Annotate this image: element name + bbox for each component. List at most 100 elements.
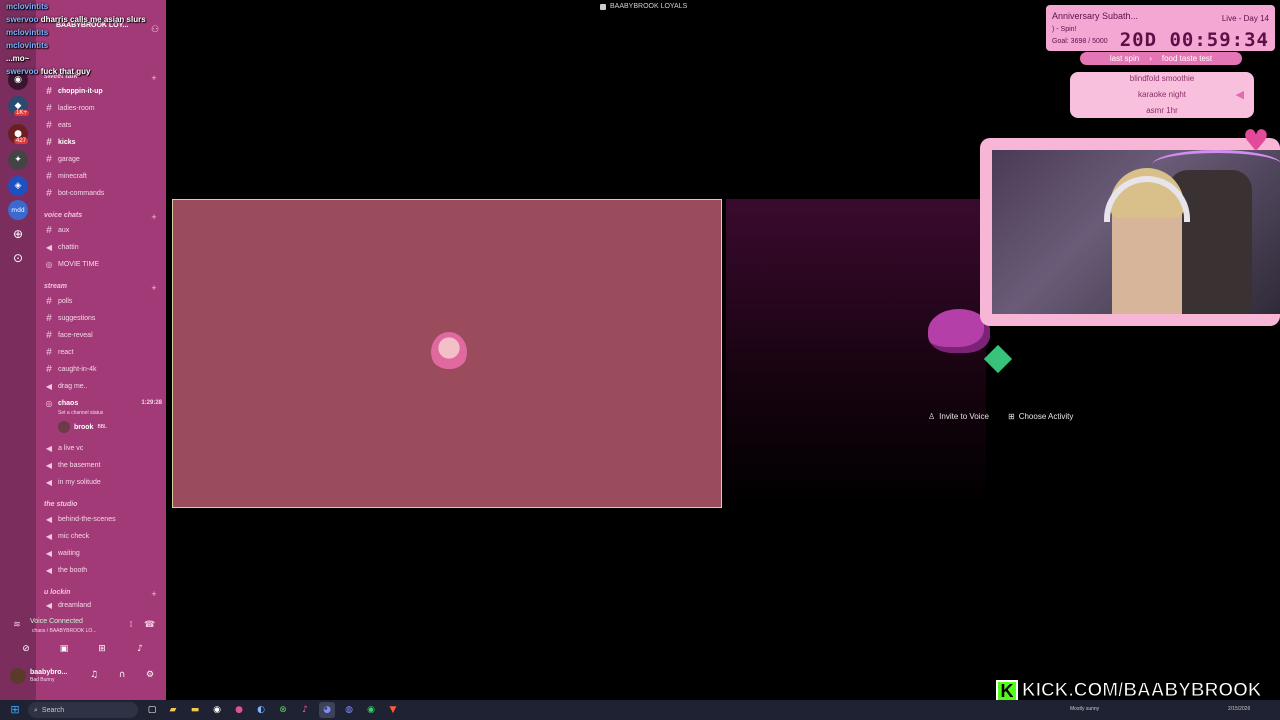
channel-drag-me[interactable]: ◀ drag me..: [44, 378, 162, 394]
channel-eats[interactable]: # eats: [44, 117, 162, 133]
invite-to-voice-button[interactable]: ♙ Invite to Voice: [922, 407, 995, 425]
category-the-studio[interactable]: the studio: [44, 501, 77, 508]
heart-icon: ♥: [1242, 124, 1270, 159]
add-channel-icon[interactable]: +: [149, 283, 159, 293]
speaker-icon: ◀: [45, 381, 53, 391]
tiktok-icon[interactable]: ♪: [297, 702, 313, 718]
speaker-icon: ◀: [45, 477, 53, 487]
channel-caught-in-4k[interactable]: # caught-in-4k: [44, 361, 162, 377]
soundboard-button[interactable]: ♪: [126, 642, 154, 656]
weather-status[interactable]: Mostly sunny: [1070, 706, 1099, 712]
hash-icon: #: [46, 295, 52, 307]
discord-icon[interactable]: ◕: [319, 702, 335, 718]
hash-icon: #: [46, 136, 52, 148]
settings-gear-icon[interactable]: ⚙: [144, 670, 156, 682]
category-u-lockin[interactable]: u lockin: [44, 589, 70, 596]
channel-mic-check[interactable]: ◀ mic check: [44, 528, 162, 544]
wheel-option: asmr 1hr: [1146, 106, 1178, 115]
chat-username: mclovintits: [6, 41, 49, 50]
channel-chattin[interactable]: ◀ chattin: [44, 239, 162, 255]
xbox-icon[interactable]: ⊗: [275, 702, 291, 718]
noise-suppression-icon[interactable]: ⁞: [126, 620, 136, 630]
channel-the-basement[interactable]: ◀ the basement: [44, 457, 162, 473]
voice-connected-panel: ≋ Voice Connected chaos / BAABYBROOK LO.…: [0, 612, 166, 662]
channel-the-booth[interactable]: ◀ the booth: [44, 562, 162, 578]
steam-icon[interactable]: ◐: [253, 702, 269, 718]
category-stream[interactable]: stream: [44, 283, 67, 290]
signal-icon[interactable]: ≋: [12, 620, 22, 630]
headphones-icon[interactable]: ∩: [116, 670, 128, 682]
task-view-icon[interactable]: ▢: [144, 702, 160, 718]
server-icon[interactable]: ◈: [8, 176, 28, 196]
channel-status-prompt[interactable]: Set a channel status: [58, 410, 103, 416]
mic-icon[interactable]: ♫: [88, 670, 100, 682]
app-icon[interactable]: ●: [231, 702, 247, 718]
channel-label: waiting: [58, 549, 80, 557]
channel-aux[interactable]: # aux: [44, 222, 162, 238]
add-channel-icon[interactable]: +: [149, 589, 159, 599]
add-server-icon[interactable]: ⊕: [8, 224, 28, 244]
voice-status[interactable]: Voice Connected: [30, 618, 83, 625]
chat-username: swervoo: [6, 15, 39, 24]
channel-movie-time[interactable]: ◎ MOVIE TIME: [44, 256, 162, 272]
spotify-icon[interactable]: ◉: [363, 702, 379, 718]
voice-member[interactable]: brook BBL: [58, 421, 107, 433]
disconnect-icon[interactable]: ☎: [144, 620, 155, 630]
channel-suggestions[interactable]: # suggestions: [44, 310, 162, 326]
subathon-spin: ) - Spin!: [1052, 26, 1077, 33]
user-name[interactable]: baabybro...: [30, 669, 67, 676]
last-spin-label: last spin: [1109, 54, 1140, 63]
user-avatar[interactable]: [10, 668, 26, 684]
channel-a-live-vc[interactable]: ◀ a live vc: [44, 440, 162, 456]
folder-icon[interactable]: ▬: [187, 702, 203, 718]
channel-label: mic check: [58, 532, 90, 540]
messenger-icon[interactable]: ◍: [341, 702, 357, 718]
server-icon[interactable]: ✦: [8, 150, 28, 170]
windows-start-icon[interactable]: ⊞: [8, 703, 22, 717]
speaker-icon: ◀: [45, 514, 53, 524]
explore-icon[interactable]: ⊙: [8, 248, 28, 268]
channel-waiting[interactable]: ◀ waiting: [44, 545, 162, 561]
channel-react[interactable]: # react: [44, 344, 162, 360]
channel-choppin-it-up[interactable]: # choppin-it-up: [44, 83, 162, 99]
channel-garage[interactable]: # garage: [44, 151, 162, 167]
taskbar-clock[interactable]: 2/15/2026: [1228, 706, 1250, 712]
stream-chat-overlay: mclovintits swervoo dharris calls me asi…: [0, 0, 166, 78]
chat-message: ...mo~: [0, 52, 166, 65]
choose-activity-button[interactable]: ⊞ Choose Activity: [1002, 407, 1079, 425]
channel-bot-commands[interactable]: # bot-commands: [44, 185, 162, 201]
channel-behind-the-scenes[interactable]: ◀ behind-the-scenes: [44, 511, 162, 527]
activities-button[interactable]: ⊞: [88, 642, 116, 656]
unread-badge: 1K+: [14, 110, 29, 116]
channel-polls[interactable]: # polls: [44, 293, 162, 309]
screen: ◉ ◆ 1K+ ● 427 ✦ ◈ mdd ⊕ ⊙ BAABYBROOK LOY…: [0, 0, 1280, 720]
last-spin-value: food taste test: [1161, 54, 1213, 63]
channel-kicks[interactable]: # kicks: [44, 134, 162, 150]
channel-in-my-solitude[interactable]: ◀ in my solitude: [44, 474, 162, 490]
channel-minecraft[interactable]: # minecraft: [44, 168, 162, 184]
channel-face-reveal[interactable]: # face-reveal: [44, 327, 162, 343]
channel-chaos[interactable]: ◎ chaos 1:29:28: [44, 395, 163, 411]
add-channel-icon[interactable]: +: [149, 212, 159, 222]
channel-dreamland[interactable]: ◀ dreamland: [44, 599, 162, 611]
screen-share-button[interactable]: ▣: [50, 642, 78, 656]
stage-speaker-tile[interactable]: [172, 199, 722, 508]
user-panel: baabybro... Bad Bunny ♫ ∩ ⚙: [0, 664, 166, 692]
chat-message: mclovintits: [0, 26, 166, 39]
obs-icon[interactable]: ◉: [209, 702, 225, 718]
channel-ladies-room[interactable]: # ladies-room: [44, 100, 162, 116]
channel-label: dreamland: [58, 601, 92, 609]
file-explorer-icon[interactable]: ▰: [165, 702, 181, 718]
hash-icon: #: [46, 85, 52, 97]
channel-label: a live vc: [58, 444, 84, 452]
mod-server-icon[interactable]: mdd: [8, 200, 28, 220]
camera-off-button[interactable]: ⊘: [12, 642, 40, 656]
chat-username: mclovintits: [6, 2, 49, 11]
chat-message: swervoo fuck that guy: [0, 65, 166, 78]
hash-icon: #: [46, 102, 52, 114]
category-voice-chats[interactable]: voice chats: [44, 212, 82, 219]
subathon-widget: Anniversary Subath... ) - Spin! Goal: 36…: [1046, 5, 1275, 51]
taskbar-search[interactable]: ⌕ Search: [28, 702, 138, 718]
voice-channel-path[interactable]: chaos / BAABYBROOK LO...: [32, 628, 96, 634]
brave-icon[interactable]: ▼: [385, 702, 401, 718]
